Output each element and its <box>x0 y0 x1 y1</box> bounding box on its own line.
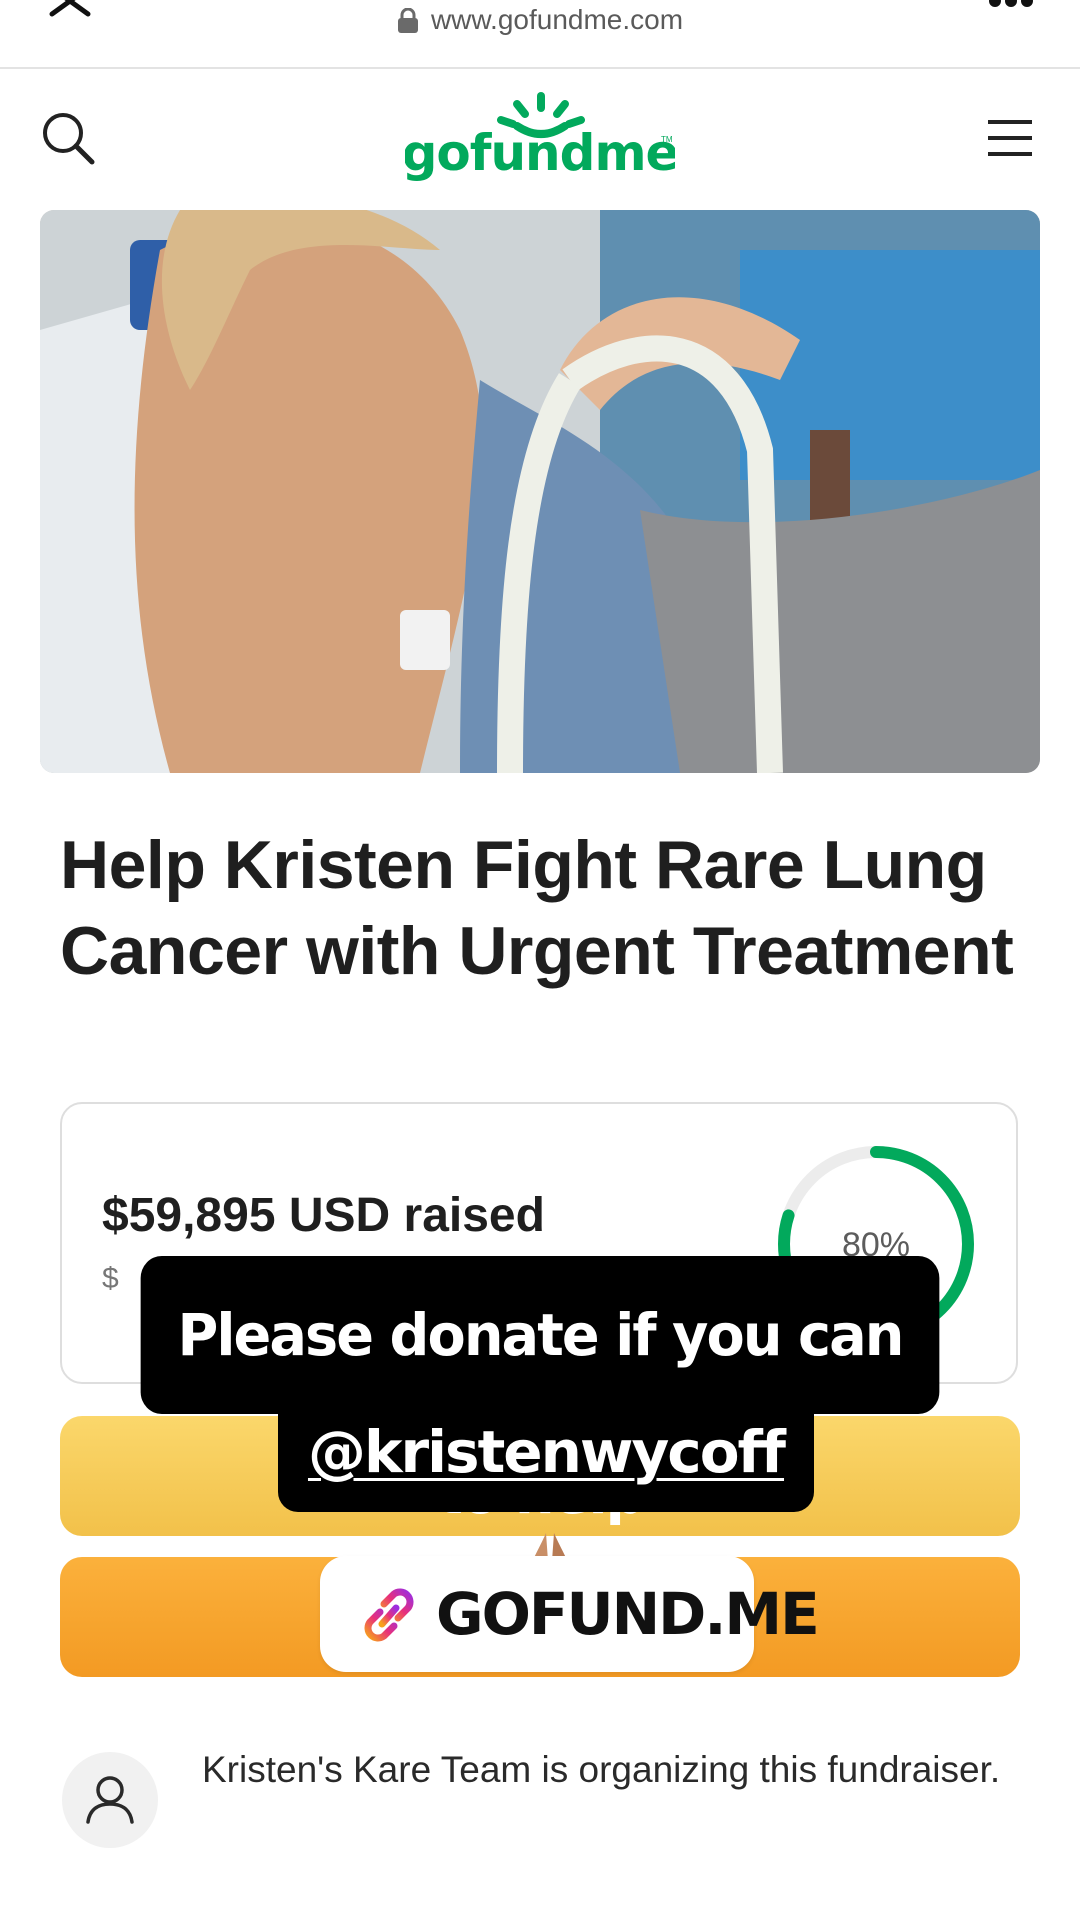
organizer-avatar[interactable] <box>62 1752 158 1848</box>
logo-trademark: TM <box>661 135 673 144</box>
logo-mark: gofundme TM <box>402 92 679 182</box>
link-icon <box>354 1584 424 1646</box>
menu-button[interactable] <box>986 118 1034 158</box>
organizer-text: Kristen's Kare Team is organizing this f… <box>202 1749 1001 1790</box>
amount-raised: $59,895 USD raised <box>102 1189 545 1242</box>
story-caption-line1: Please donate if you can to help <box>140 1256 940 1527</box>
link-sticker-label: GOFUND.ME <box>436 1580 820 1648</box>
campaign-hero-photo[interactable] <box>40 210 1040 773</box>
search-button[interactable] <box>40 110 96 166</box>
lock-icon <box>397 7 419 34</box>
search-icon <box>43 113 95 165</box>
hero-image <box>40 210 1040 773</box>
story-caption-line2: @kristenwycoff <box>278 1400 814 1597</box>
goal-text: $ <box>102 1262 119 1295</box>
campaign-title: Help Kristen Fight Rare Lung Cancer with… <box>60 827 1014 989</box>
mention-link[interactable]: @kristenwycoff <box>308 1418 786 1486</box>
url-display[interactable]: www.gofundme.com <box>0 0 1080 44</box>
more-options-button[interactable] <box>988 0 1034 10</box>
hamburger-menu-icon <box>988 120 1032 156</box>
url-text: www.gofundme.com <box>430 4 684 35</box>
more-icon <box>989 0 1033 7</box>
gofundme-logo[interactable]: gofundme TM <box>402 90 679 190</box>
user-icon <box>86 1776 134 1824</box>
logo-text: gofundme <box>405 124 675 182</box>
link-sticker[interactable]: GOFUND.ME <box>320 1556 820 1672</box>
